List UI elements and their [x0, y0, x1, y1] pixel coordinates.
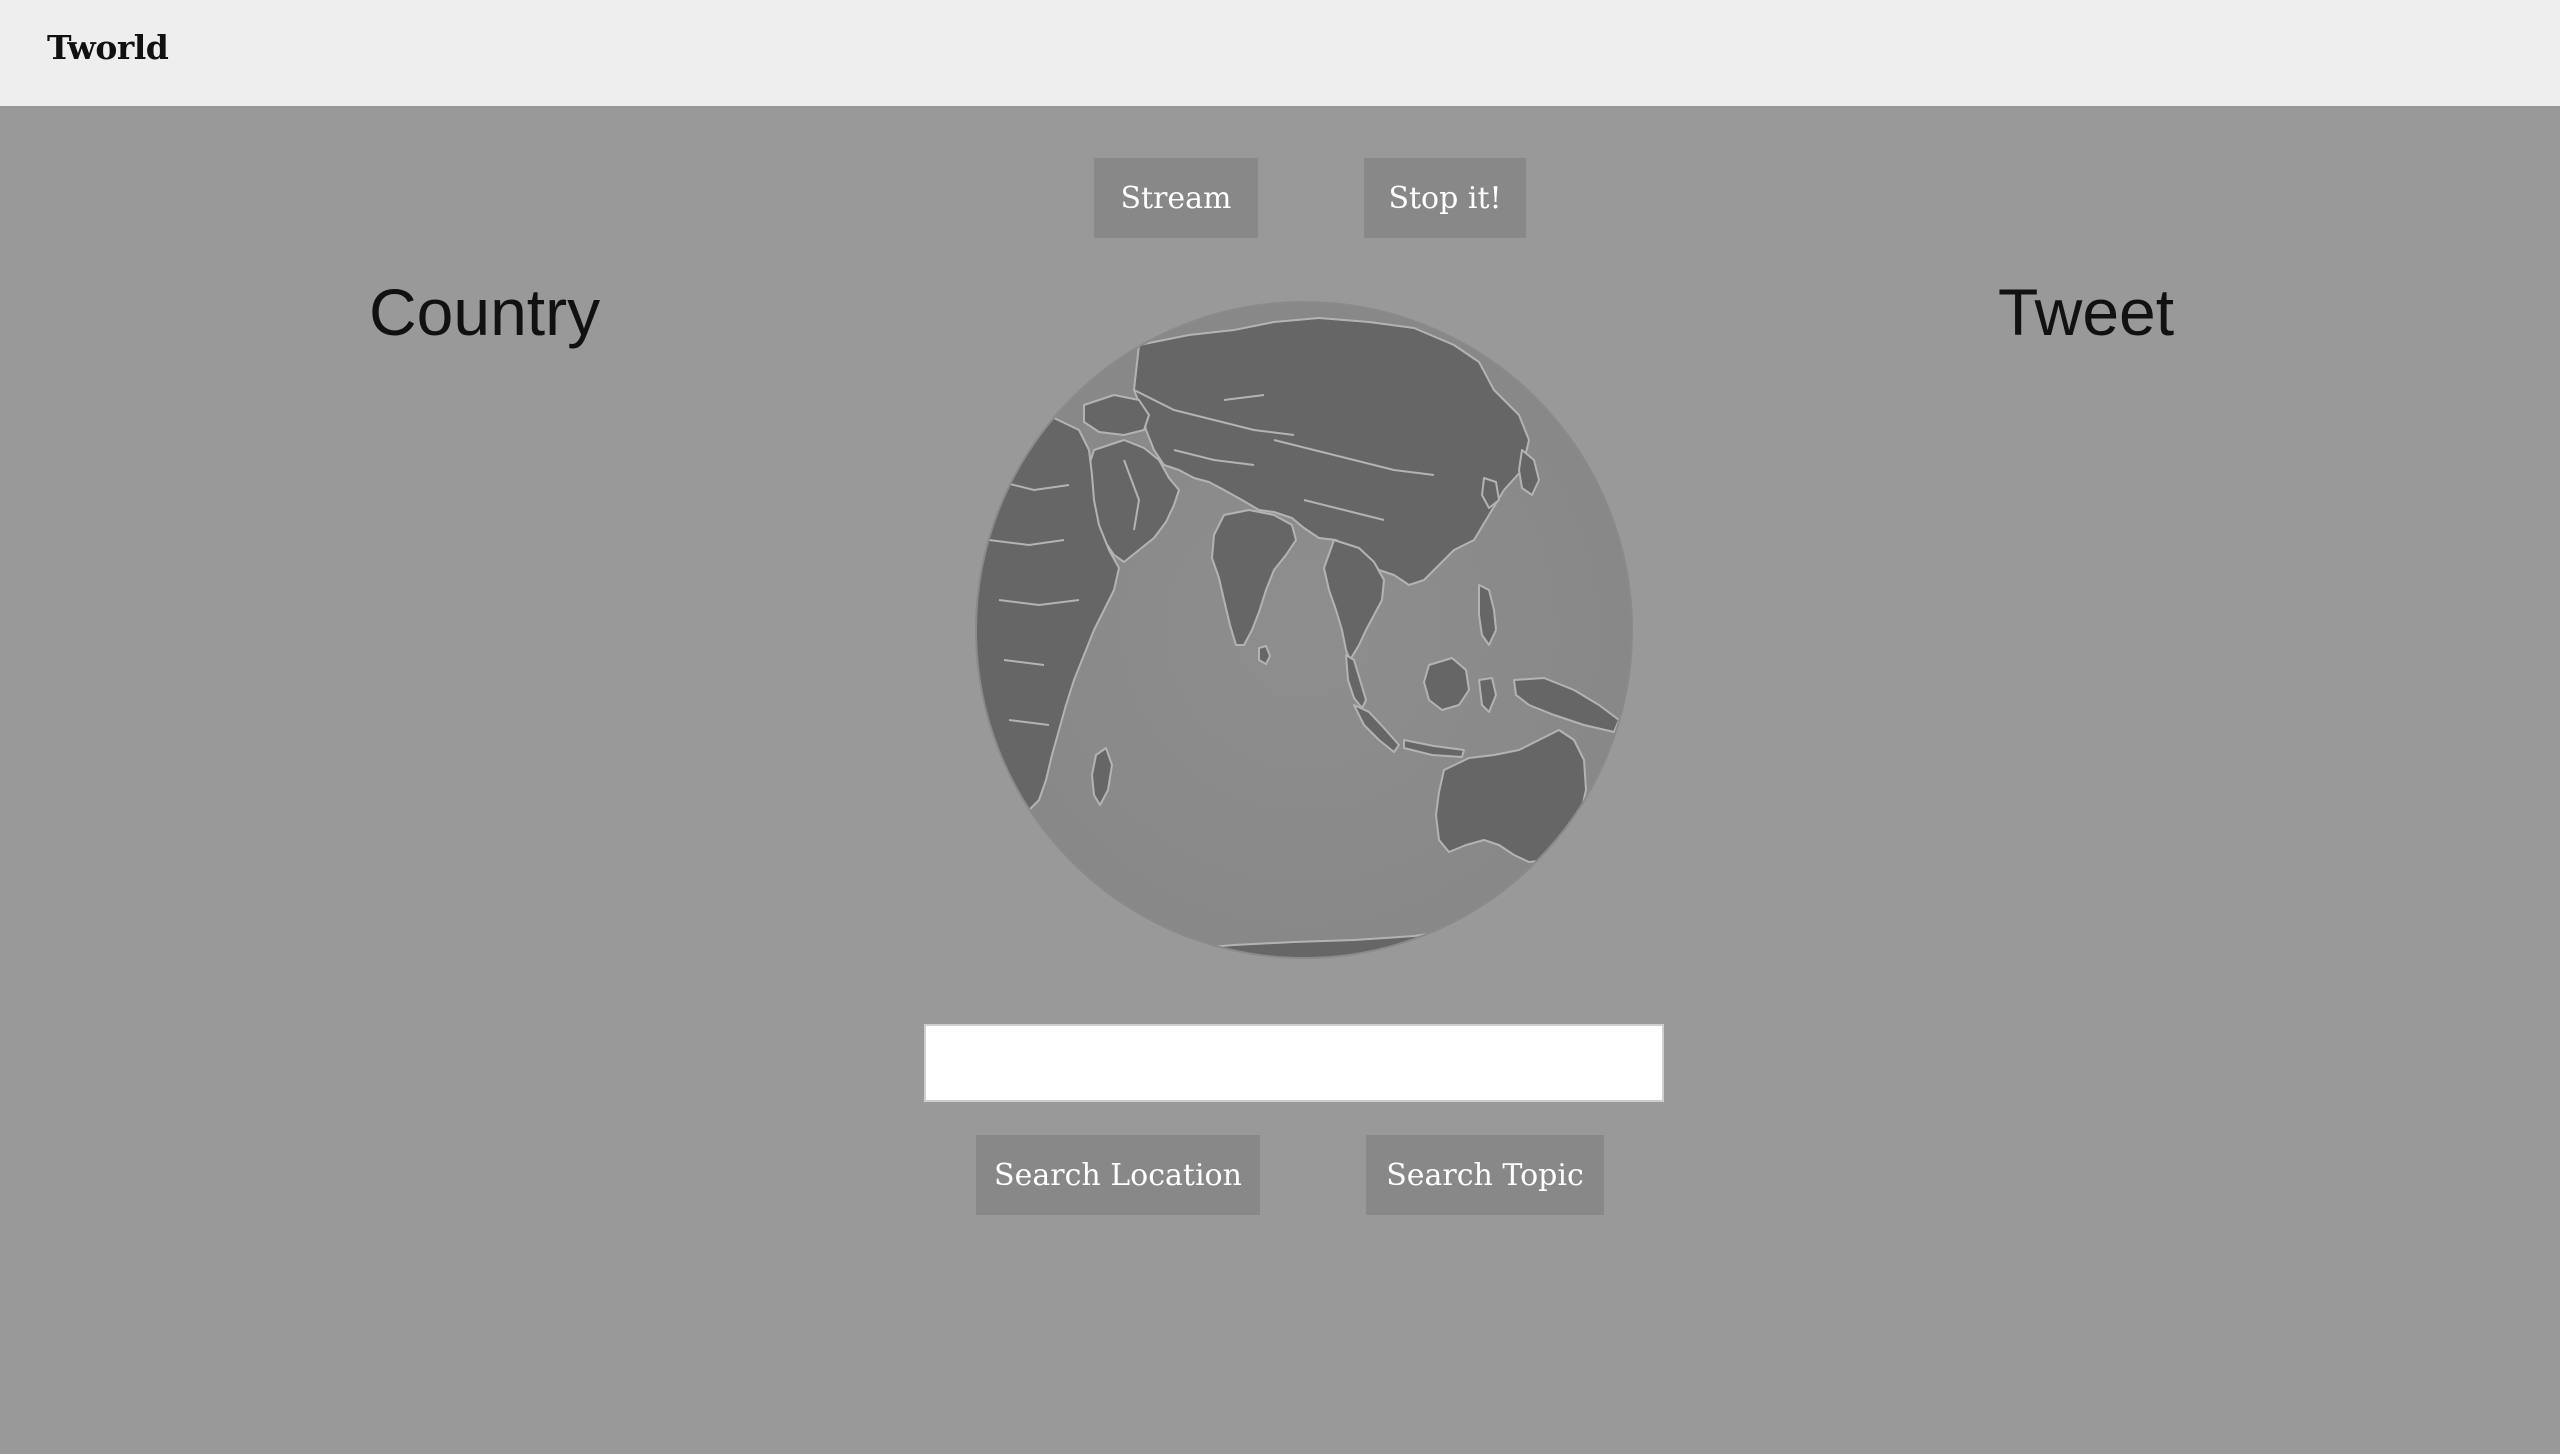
- search-input[interactable]: [924, 1024, 1664, 1102]
- brand-logo[interactable]: Tworld: [47, 28, 169, 67]
- globe-map[interactable]: [974, 300, 1634, 960]
- search-topic-button[interactable]: Search Topic: [1366, 1135, 1604, 1215]
- search-location-button[interactable]: Search Location: [976, 1135, 1260, 1215]
- tweet-heading: Tweet: [1998, 275, 2175, 349]
- stream-button[interactable]: Stream: [1094, 158, 1258, 238]
- navbar: Tworld: [0, 0, 2560, 106]
- land-turkey: [1083, 394, 1150, 436]
- stop-button[interactable]: Stop it!: [1364, 158, 1526, 238]
- country-heading: Country: [369, 275, 601, 349]
